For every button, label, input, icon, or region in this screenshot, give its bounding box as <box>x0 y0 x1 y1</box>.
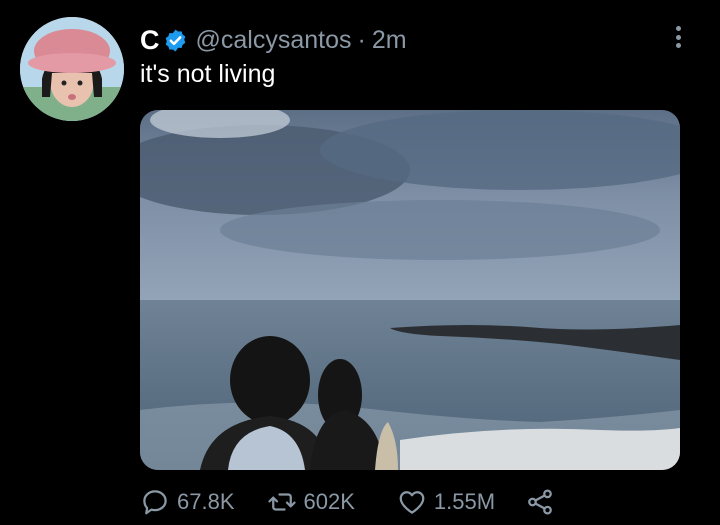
share-button[interactable] <box>525 487 562 517</box>
tweet-header: C @calcysantos · 2m <box>140 25 407 55</box>
retweet-button[interactable]: 602K <box>267 487 355 517</box>
retweet-count: 602K <box>303 489 355 514</box>
retweet-icon <box>267 493 296 511</box>
like-icon <box>399 491 425 514</box>
display-name[interactable]: C <box>140 25 160 56</box>
like-count: 1.55M <box>433 489 496 514</box>
more-options-icon[interactable] <box>670 24 686 50</box>
user-handle[interactable]: @calcysantos <box>196 26 352 55</box>
header-separator: · <box>357 25 366 54</box>
tweet-timestamp[interactable]: 2m <box>372 26 407 55</box>
like-button[interactable]: 1.55M <box>397 487 495 517</box>
tweet-action-bar: 67.8K 602K 1.55M <box>140 482 610 522</box>
tweet-text: it's not living <box>140 60 276 88</box>
verified-badge-icon <box>165 29 185 51</box>
avatar-image <box>20 17 124 121</box>
share-icon <box>528 489 552 515</box>
avatar[interactable] <box>20 17 124 121</box>
reply-icon <box>143 490 167 515</box>
beach-photo <box>140 110 680 470</box>
reply-count: 67.8K <box>177 489 235 514</box>
tweet-media-image[interactable] <box>140 110 680 470</box>
reply-button[interactable]: 67.8K <box>140 487 235 517</box>
